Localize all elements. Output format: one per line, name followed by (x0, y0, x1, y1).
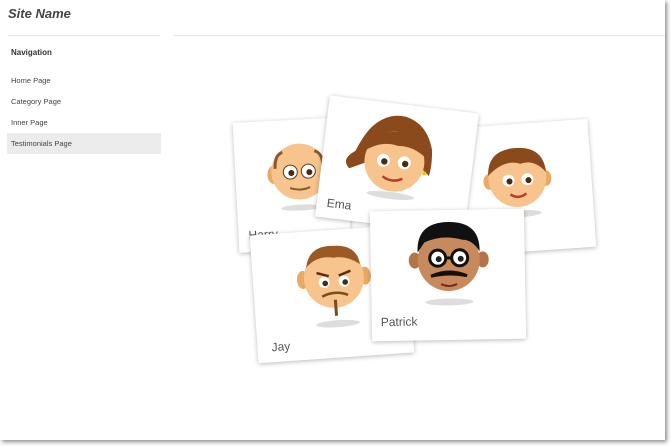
testimonial-name: Patrick (380, 314, 418, 330)
ema-avatar-icon (345, 115, 433, 200)
testimonial-name: Ema (326, 195, 353, 213)
testimonial-name: Jay (271, 339, 291, 355)
patrick-avatar-icon (408, 221, 489, 306)
page-frame: Site Name Navigation Home Page Category … (0, 0, 665, 440)
testimonials-collage: Harry (0, 0, 665, 440)
testimonial-card-patrick[interactable]: Patrick (369, 208, 527, 342)
jay-avatar-icon (296, 245, 371, 328)
